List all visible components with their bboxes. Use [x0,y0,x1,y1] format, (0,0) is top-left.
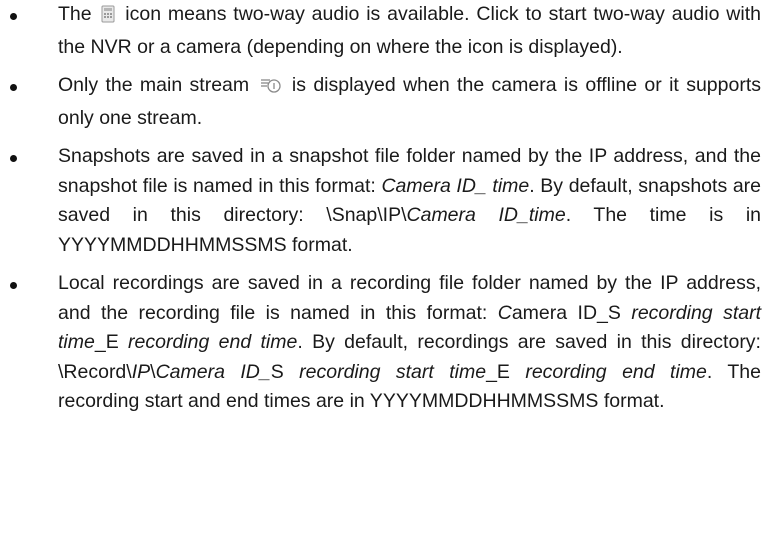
bullet-dot-icon [10,282,17,289]
body-text: amera ID_S [511,301,632,324]
body-text: The [58,3,99,25]
italic-text: C [497,301,512,324]
italic-text: Camera ID_time [406,204,566,226]
bullet-item: The icon means two-way audio is availabl… [0,0,777,62]
bullet-item: Snapshots are saved in a snapshot file f… [0,142,777,260]
bullet-dot-icon [10,155,17,162]
italic-text: Camera ID_ [155,360,271,383]
body-text: Only the main stream [58,74,257,96]
bullet-dot-icon [10,13,17,20]
main-stream-icon [260,74,282,104]
two-way-audio-icon [101,3,115,33]
body-text: S [270,360,300,383]
bullet-dot-icon [10,84,17,91]
italic-text: recording start time [299,360,487,383]
italic-text: IP [131,360,151,383]
bullet-item: Only the main stream is displayed when t… [0,71,777,133]
italic-text: recording end time [128,331,298,353]
body-text: _E [94,331,129,353]
italic-text: Camera ID_ time [381,174,530,197]
body-text: _E [486,360,526,383]
body-text: icon means two-way audio is available. C… [58,3,761,58]
notes-list: The icon means two-way audio is availabl… [0,0,777,417]
bullet-item: Local recordings are saved in a recordin… [0,269,777,417]
document-page: The icon means two-way audio is availabl… [0,0,777,541]
italic-text: recording end time [525,360,707,383]
